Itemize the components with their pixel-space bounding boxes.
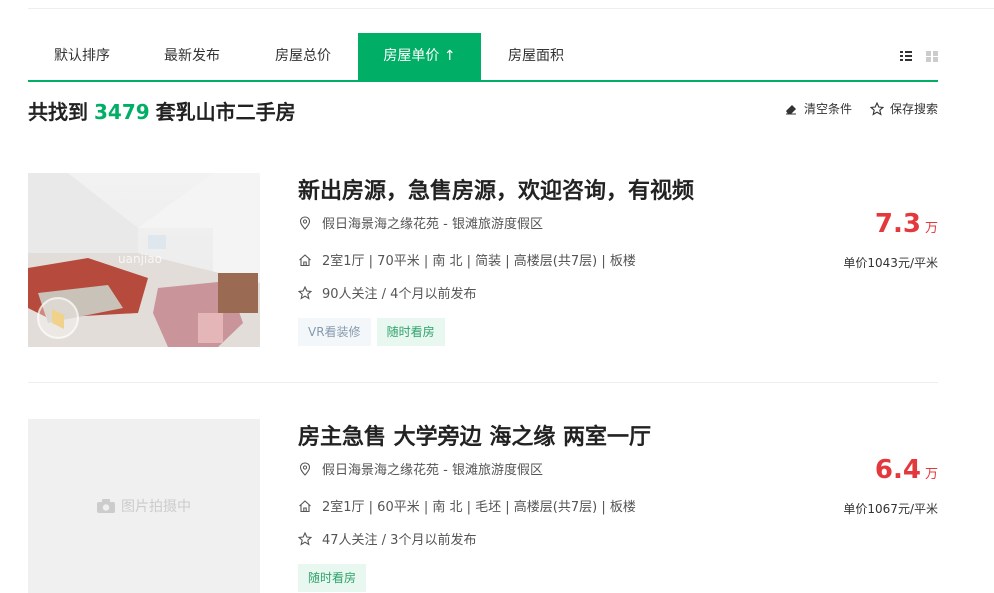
tab-unit-price[interactable]: 房屋单价 ↑ [358,33,481,80]
star-icon [869,101,884,116]
listing-title[interactable]: 房主急售 大学旁边 海之缘 两室一厅 [298,419,651,451]
photo-watermark: uanjiao [118,252,162,266]
community-link[interactable]: 假日海景海之缘花苑 [322,217,439,232]
unit-price: 单价1043元/平米 [843,256,938,270]
tab-newest[interactable]: 最新发布 [136,33,248,80]
tag-viewing: 随时看房 [298,564,367,592]
price-unit: 万 [924,467,938,482]
listing-tags: VR看装修 随时看房 [298,318,445,346]
top-divider [28,8,994,9]
house-icon [299,253,311,266]
area-link[interactable]: 银滩旅游度假区 [452,217,543,232]
tab-default-sort[interactable]: 默认排序 [28,33,136,80]
list-view-icon[interactable] [900,51,912,62]
house-info: 2室1厅 | 70平米 | 南 北 | 简装 | 高楼层(共7层) | 板楼 [298,250,636,269]
area-link[interactable]: 银滩旅游度假区 [452,463,543,478]
total-price-value: 6.4 [874,455,921,485]
house-info-text: 2室1厅 | 60平米 | 南 北 | 毛坯 | 高楼层(共7层) | 板楼 [322,500,636,515]
location-pin-icon [299,461,311,476]
listing-location: 假日海景海之缘花苑 - 银滩旅游度假区 [298,213,543,232]
tab-area[interactable]: 房屋面积 [481,33,591,80]
house-info: 2室1厅 | 60平米 | 南 北 | 毛坯 | 高楼层(共7层) | 板楼 [298,496,636,515]
total-price: 6.4 万 [875,455,938,485]
house-icon [299,499,311,512]
save-search-button[interactable]: 保存搜索 [869,100,938,117]
clear-conditions-button[interactable]: 清空条件 [784,100,852,117]
camera-icon [97,499,115,513]
star-icon [298,285,312,300]
room-photo-image: uanjiao [28,173,260,347]
summary-suffix: 套乳山市二手房 [155,100,296,124]
listing-tags: 随时看房 [298,564,367,592]
location-separator: - [443,217,448,232]
listing-item: uanjiao 新出房源，急售房源，欢迎咨询，有视频 假日海景海之缘花苑 - 银… [28,173,938,383]
listing-title[interactable]: 新出房源，急售房源，欢迎咨询，有视频 [298,173,694,205]
location-pin-icon [299,215,311,230]
eraser-icon [785,104,796,114]
sort-tabs: 默认排序 最新发布 房屋总价 房屋单价 ↑ 房屋面积 [28,33,938,82]
listing-location: 假日海景海之缘花苑 - 银滩旅游度假区 [298,459,543,478]
result-summary: 共找到 3479 套乳山市二手房 [28,96,296,125]
star-icon [298,531,312,546]
listing-item: 图片拍摄中 房主急售 大学旁边 海之缘 两室一厅 假日海景海之缘花苑 - 银滩旅… [28,419,938,593]
photo-placeholder-text: 图片拍摄中 [121,499,191,515]
follow-info-text: 90人关注 / 4个月以前发布 [322,287,477,302]
house-info-text: 2室1厅 | 70平米 | 南 北 | 简装 | 高楼层(共7层) | 板楼 [322,254,636,269]
follow-info: 47人关注 / 3个月以前发布 [298,529,476,548]
search-actions: 清空条件 保存搜索 [784,100,938,117]
community-link[interactable]: 假日海景海之缘花苑 [322,463,439,478]
total-price-value: 7.3 [874,209,921,239]
tab-total-price[interactable]: 房屋总价 [248,33,358,80]
save-search-label: 保存搜索 [889,102,938,116]
grid-view-icon[interactable] [926,51,938,62]
clear-conditions-label: 清空条件 [803,102,852,116]
listing-photo[interactable]: 图片拍摄中 [28,419,260,593]
summary-prefix: 共找到 [28,100,88,124]
result-count: 3479 [94,100,150,124]
follow-info-text: 47人关注 / 3个月以前发布 [322,533,477,548]
price-unit: 万 [924,221,938,236]
location-separator: - [443,463,448,478]
tag-viewing: 随时看房 [376,318,445,346]
follow-info: 90人关注 / 4个月以前发布 [298,283,476,302]
listing-photo[interactable]: uanjiao [28,173,260,347]
total-price: 7.3 万 [875,209,938,239]
tag-vr: VR看装修 [298,318,371,346]
view-toggle [900,51,938,62]
unit-price: 单价1067元/平米 [843,502,938,516]
